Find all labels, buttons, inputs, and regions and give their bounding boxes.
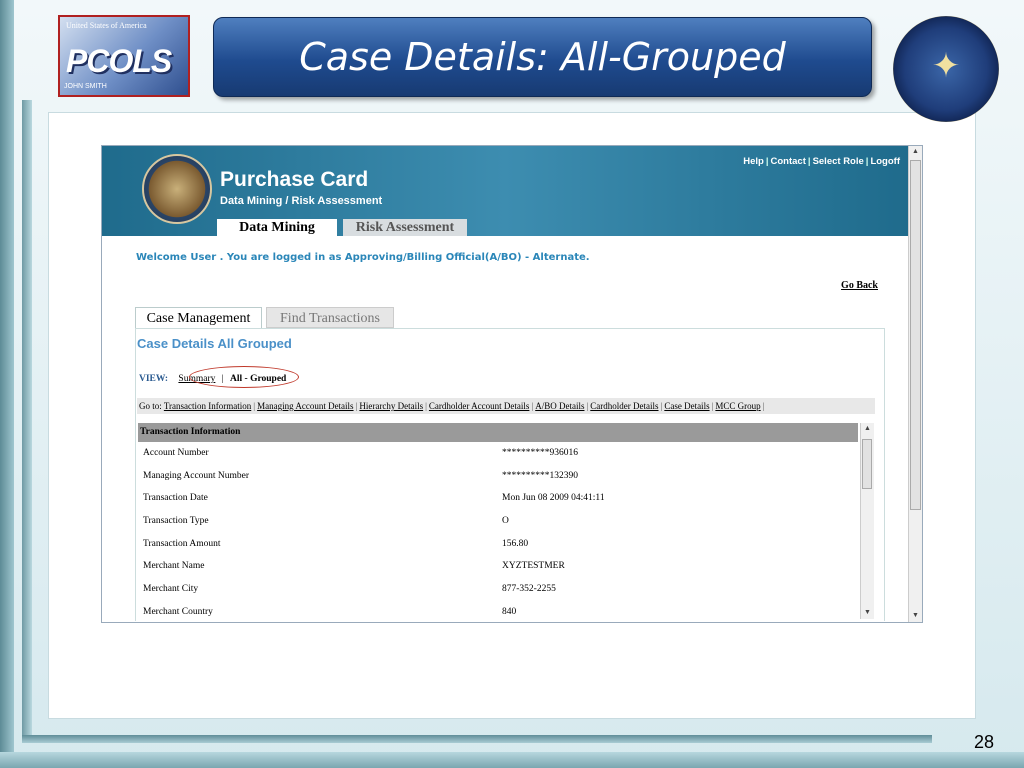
slide-title: Case Details: All-Grouped bbox=[299, 35, 786, 79]
transaction-rows: Account Number **********936016 Managing … bbox=[138, 442, 858, 619]
logo-flag-text: United States of America bbox=[66, 21, 147, 30]
table-row: Merchant City 877-352-2255 bbox=[138, 578, 858, 601]
left-decor-bar bbox=[0, 0, 14, 768]
row-key: Merchant City bbox=[143, 584, 199, 595]
app-seal-icon bbox=[142, 154, 212, 224]
go-back-link[interactable]: Go Back bbox=[841, 280, 878, 291]
logoff-link[interactable]: Logoff bbox=[870, 156, 900, 167]
table-row: Merchant Country 840 bbox=[138, 601, 858, 619]
row-value: 156.80 bbox=[502, 538, 529, 549]
help-link[interactable]: Help bbox=[743, 156, 764, 167]
logo-wordmark: PCOLS bbox=[66, 43, 172, 79]
app-header: Purchase Card Data Mining / Risk Assessm… bbox=[102, 146, 908, 236]
scroll-thumb[interactable] bbox=[910, 160, 921, 510]
goto-transaction-information[interactable]: Transaction Information bbox=[164, 401, 251, 411]
transaction-panel: Transaction Information Account Number **… bbox=[138, 423, 874, 619]
row-key: Merchant Name bbox=[143, 561, 205, 572]
app-subtitle: Data Mining / Risk Assessment bbox=[220, 195, 383, 207]
left-decor-bar-inner bbox=[22, 100, 32, 740]
goto-cardholder-details[interactable]: Cardholder Details bbox=[590, 401, 658, 411]
goto-mcc-group[interactable]: MCC Group bbox=[715, 401, 760, 411]
row-key: Managing Account Number bbox=[143, 470, 250, 481]
tab-data-mining[interactable]: Data Mining bbox=[217, 219, 337, 236]
tab-case-management[interactable]: Case Management bbox=[135, 307, 262, 328]
goto-case-details[interactable]: Case Details bbox=[664, 401, 709, 411]
app-title: Purchase Card bbox=[220, 168, 369, 191]
bottom-decor-bar bbox=[22, 735, 932, 743]
table-row: Merchant Name XYZTESTMER bbox=[138, 555, 858, 578]
row-key: Transaction Amount bbox=[143, 538, 221, 549]
row-value: 877-352-2255 bbox=[502, 584, 556, 595]
table-row: Account Number **********936016 bbox=[138, 442, 858, 465]
pcols-logo: United States of America PCOLS JOHN SMIT… bbox=[58, 15, 190, 97]
table-row: Transaction Date Mon Jun 08 2009 04:41:11 bbox=[138, 487, 858, 510]
transaction-header: Transaction Information bbox=[138, 423, 858, 442]
highlight-oval bbox=[189, 366, 299, 388]
welcome-message: Welcome User . You are logged in as Appr… bbox=[136, 252, 590, 263]
goto-cardholder-account-details[interactable]: Cardholder Account Details bbox=[429, 401, 529, 411]
scroll-up-icon[interactable]: ▲ bbox=[909, 146, 922, 158]
tab-find-transactions[interactable]: Find Transactions bbox=[266, 307, 394, 328]
dod-seal-icon: ✦ bbox=[893, 16, 999, 122]
view-label: VIEW: bbox=[139, 374, 169, 384]
row-key: Merchant Country bbox=[143, 606, 213, 617]
row-key: Account Number bbox=[143, 448, 209, 458]
row-value: XYZTESTMER bbox=[502, 561, 565, 572]
goto-abo-details[interactable]: A/BO Details bbox=[535, 401, 584, 411]
row-value: **********132390 bbox=[502, 470, 578, 481]
title-banner: Case Details: All-Grouped bbox=[213, 17, 872, 97]
bottom-decor-strip bbox=[0, 752, 1024, 768]
page-scrollbar[interactable]: ▲ ▼ bbox=[908, 146, 922, 622]
tab-risk-assessment[interactable]: Risk Assessment bbox=[343, 219, 467, 236]
contact-link[interactable]: Contact bbox=[771, 156, 806, 167]
scroll-down-icon[interactable]: ▼ bbox=[861, 607, 874, 619]
row-key: Transaction Date bbox=[143, 493, 208, 504]
row-value: 840 bbox=[502, 606, 517, 617]
page-number: 28 bbox=[974, 732, 995, 752]
browser-window: Purchase Card Data Mining / Risk Assessm… bbox=[101, 145, 923, 623]
select-role-link[interactable]: Select Role bbox=[813, 156, 864, 167]
table-row: Transaction Type O bbox=[138, 510, 858, 533]
scroll-down-icon[interactable]: ▼ bbox=[909, 610, 922, 622]
goto-hierarchy-details[interactable]: Hierarchy Details bbox=[359, 401, 423, 411]
eagle-icon: ✦ bbox=[931, 47, 961, 85]
table-row: Transaction Amount 156.80 bbox=[138, 533, 858, 556]
goto-label: Go to: bbox=[139, 401, 162, 411]
row-value: O bbox=[502, 516, 509, 527]
top-links: Help | Contact | Select Role | Logoff bbox=[743, 156, 900, 167]
transaction-scrollbar[interactable]: ▲ ▼ bbox=[860, 423, 874, 619]
row-value: **********936016 bbox=[502, 448, 578, 458]
goto-managing-account-details[interactable]: Managing Account Details bbox=[257, 401, 353, 411]
goto-bar: Go to: Transaction Information | Managing … bbox=[137, 398, 875, 414]
scroll-up-icon[interactable]: ▲ bbox=[861, 423, 874, 435]
row-value: Mon Jun 08 2009 04:41:11 bbox=[502, 493, 605, 504]
scroll-thumb[interactable] bbox=[862, 439, 872, 489]
logo-card-name: JOHN SMITH bbox=[64, 83, 107, 90]
row-key: Transaction Type bbox=[143, 516, 209, 527]
case-heading: Case Details All Grouped bbox=[137, 336, 292, 351]
table-row: Managing Account Number **********132390 bbox=[138, 465, 858, 488]
